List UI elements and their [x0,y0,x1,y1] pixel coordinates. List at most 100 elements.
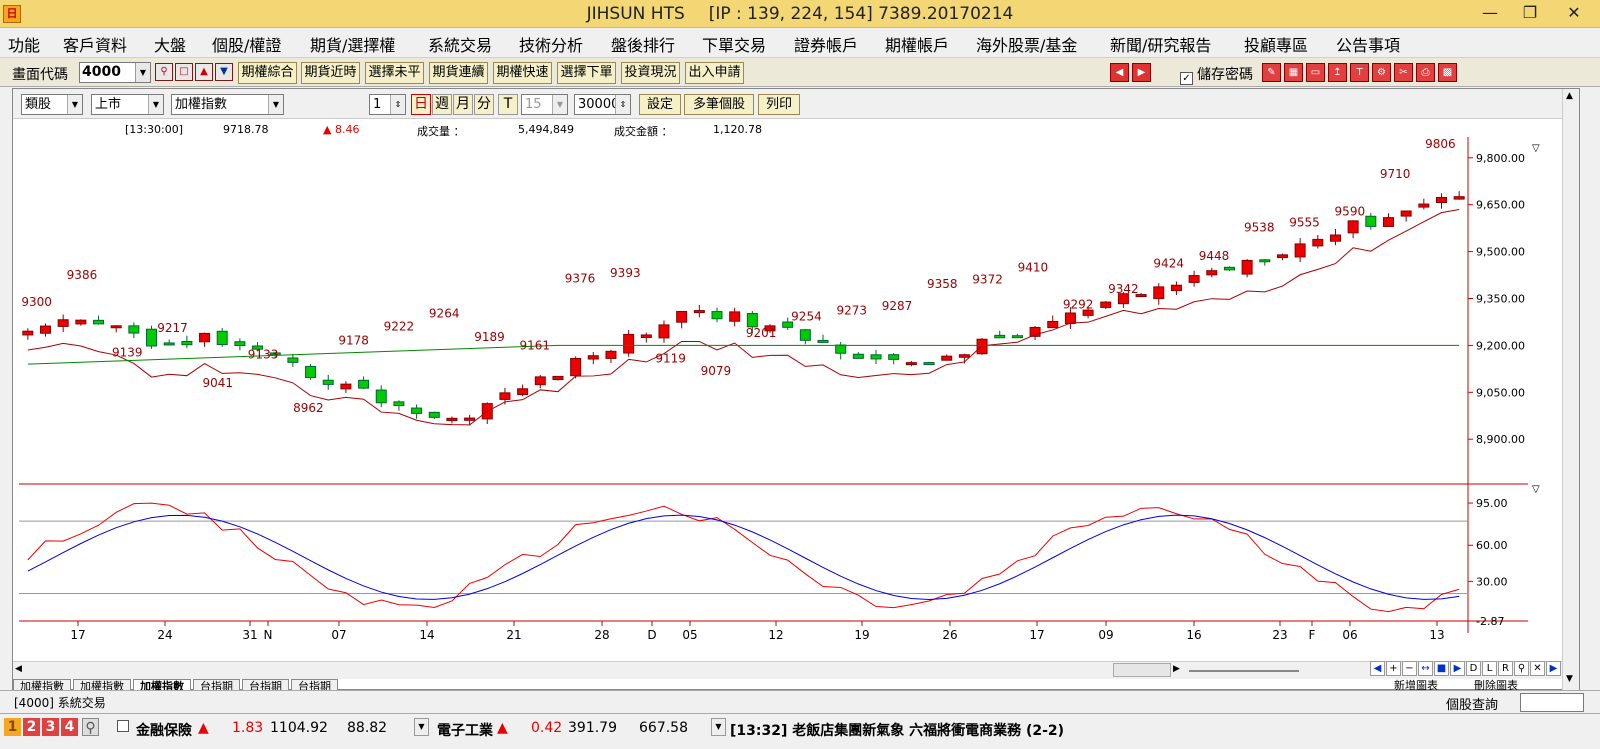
investment-status-button[interactable]: 投資現況 [621,62,680,84]
date-tick-label: D [647,628,656,642]
plus-icon[interactable]: + [1386,661,1401,676]
code-combobox[interactable]: 4000 ▼ [79,62,151,83]
period-tick-button[interactable]: T [498,94,518,115]
menu-item-order[interactable]: 下單交易 [702,32,766,56]
news-headline[interactable]: [13:32] 老飯店集團新氣象 六福將衝電商業務 (2-2) [730,720,1064,740]
settings-button[interactable]: 設定 [639,94,681,115]
scroll-right-icon[interactable]: ▶ [1173,664,1180,674]
print-icon[interactable]: ⎙ [1416,63,1435,82]
multi-stock-button[interactable]: 多筆個股 [684,94,754,115]
play-icon[interactable]: ▶ [1450,661,1465,676]
period-month-button[interactable]: 月 [453,94,473,115]
period-week-button[interactable]: 週 [432,94,452,115]
menu-item-news[interactable]: 新聞/研究報告 [1110,32,1211,56]
candle-body [393,401,405,407]
menu-item-function[interactable]: 功能 [8,32,40,56]
chevron-down-icon[interactable]: ▼ [711,718,726,736]
price-annotation: 9538 [1244,221,1275,235]
checkbox-checked-icon[interactable]: ✓ [1180,72,1193,85]
futures-recent-button[interactable]: 期貨近時 [301,62,360,84]
stock-query-input[interactable] [1520,693,1584,712]
index-select[interactable]: 加權指數 ▼ [171,94,284,115]
menu-item-futures[interactable]: 期貨/選擇權 [310,32,395,56]
stop-icon[interactable]: ■ [1434,661,1449,676]
menu-item-ranking[interactable]: 盤後排行 [611,32,675,56]
layout-icon[interactable]: ▩ [1438,63,1457,82]
count-spinner[interactable]: 1 ⇕ [369,94,406,115]
close-button[interactable]: ✕ [1550,2,1598,24]
d-icon[interactable]: D [1466,661,1481,676]
minus-icon[interactable]: − [1402,661,1417,676]
lock-icon[interactable]: ⚲ [82,718,99,736]
vertical-scrollbar[interactable]: ▲ ▼ [1562,89,1579,691]
save-password-checkbox[interactable]: ✓ 儲存密碼 [1180,64,1253,85]
maximize-button[interactable]: ❐ [1510,2,1550,24]
back-arrow-icon[interactable]: ◀ [1110,63,1129,82]
scissors-icon[interactable]: ✂ [1394,63,1413,82]
folder-icon[interactable]: □ [175,63,193,81]
first-icon[interactable]: ◀ [1370,661,1385,676]
menu-item-overseas[interactable]: 海外股票/基金 [976,32,1077,56]
chevron-down-icon[interactable]: ▼ [414,718,429,736]
grid-icon[interactable]: ▦ [1284,63,1303,82]
window-icon[interactable]: ▭ [1306,63,1325,82]
r-icon[interactable]: R [1498,661,1513,676]
spin-icon[interactable]: ⇕ [615,95,630,114]
menu-item-announcement[interactable]: 公告事項 [1336,32,1400,56]
options-overview-button[interactable]: 期權綜合 [238,62,297,84]
text-icon[interactable]: T [1350,63,1369,82]
chevron-down-icon[interactable]: ▼ [67,95,82,114]
close-icon[interactable]: ✕ [1530,661,1545,676]
dropdown-icon[interactable]: ▼ [215,63,233,81]
minutes-select[interactable]: 15 ▼ [521,94,568,115]
print-button[interactable]: 列印 [758,94,800,115]
price-chart[interactable]: 9,800.00 9,650.00 9,500.00 9,350.00 9,200.00… [13,137,1563,661]
price-annotation: 9376 [565,271,596,285]
page-3-button[interactable]: 3 [42,718,59,736]
scroll-left-icon[interactable]: ◀ [15,664,22,674]
category-select[interactable]: 類股 ▼ [21,94,83,115]
l-icon[interactable]: L [1482,661,1497,676]
menu-item-stock[interactable]: 個股/權證 [212,32,281,56]
pen-icon[interactable]: ✎ [1262,63,1281,82]
magnify-icon[interactable]: ⚲ [1514,661,1529,676]
period-day-button[interactable]: 日 [411,94,431,115]
futures-continuous-button[interactable]: 期貨連續 [429,62,488,84]
menu-item-tech-analysis[interactable]: 技術分析 [519,32,583,56]
zoom-slider[interactable] [1189,670,1299,672]
menu-item-customer[interactable]: 客戶資料 [63,32,127,56]
chevron-down-icon[interactable]: ▼ [148,95,163,114]
menu-item-options-account[interactable]: 期權帳戶 [885,32,949,56]
options-open-button[interactable]: 選擇未平 [365,62,424,84]
menu-item-securities-account[interactable]: 證券帳戶 [794,32,858,56]
menu-item-market[interactable]: 大盤 [154,32,186,56]
scroll-down-icon[interactable]: ▼ [1566,674,1573,684]
scroll-up-icon[interactable]: ▲ [1566,91,1573,101]
page-2-button[interactable]: 2 [23,718,40,736]
ticker-checkbox[interactable] [117,720,129,732]
period-minute-button[interactable]: 分 [474,94,494,115]
forward-arrow-icon[interactable]: ▶ [1132,63,1151,82]
last-icon[interactable]: ▶ [1546,661,1561,676]
search-icon[interactable]: ⚲ [155,63,173,81]
market-select[interactable]: 上市 ▼ [91,94,164,115]
fit-icon[interactable]: ↔ [1418,661,1433,676]
chevron-down-icon[interactable]: ▼ [552,95,567,114]
options-order-button[interactable]: 選擇下單 [557,62,616,84]
gear-icon[interactable]: ⚙ [1372,63,1391,82]
menu-item-system-trade[interactable]: 系統交易 [428,32,492,56]
chevron-down-icon[interactable]: ▼ [135,63,150,82]
chevron-down-icon[interactable]: ▼ [268,95,283,114]
page-1-button[interactable]: 1 [4,718,21,736]
minimize-button[interactable]: — [1470,2,1510,24]
options-quick-button[interactable]: 期權快速 [493,62,552,84]
scroll-thumb[interactable] [1113,663,1171,677]
bars-spinner[interactable]: 30000 ⇕ [574,94,631,115]
horizontal-scrollbar[interactable]: ◀ ▶ [13,661,1563,679]
chart-icon[interactable]: ↥ [1328,63,1347,82]
deposit-withdraw-button[interactable]: 出入申請 [685,62,744,84]
menu-item-advisor[interactable]: 投顧專區 [1244,32,1308,56]
spin-icon[interactable]: ⇕ [390,95,405,114]
page-4-button[interactable]: 4 [61,718,78,736]
quote-icon[interactable]: ▲ [195,63,213,81]
